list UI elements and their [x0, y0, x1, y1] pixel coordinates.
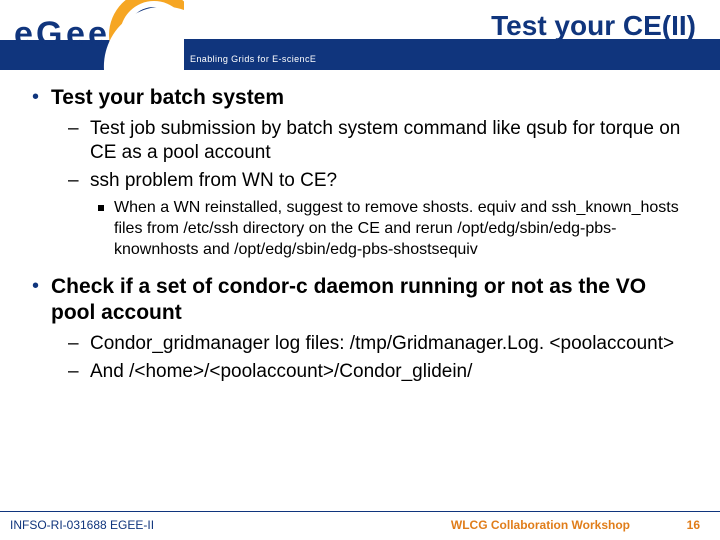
bullet-icon: •: [32, 85, 39, 109]
footer-left: INFSO-RI-031688 EGEE-II: [10, 518, 154, 532]
page-number: 16: [687, 518, 700, 532]
sub-list: – Condor_gridmanager log files: /tmp/Gri…: [68, 332, 696, 384]
sub-bullet-text: Test job submission by batch system comm…: [90, 117, 696, 165]
logo-text: G: [36, 15, 62, 53]
dash-icon: –: [68, 169, 80, 193]
footer-line: [0, 511, 720, 512]
square-icon: [98, 205, 104, 211]
dash-icon: –: [68, 117, 80, 141]
logo-text: e: [14, 15, 33, 53]
header-tagline: Enabling Grids for E-sciencE: [190, 54, 316, 64]
bullet-text: Test your batch system: [51, 85, 284, 111]
slide-body: • Test your batch system – Test job subm…: [32, 85, 696, 398]
slide-title: Test your CE(II): [491, 10, 696, 42]
sub-bullet-text: Condor_gridmanager log files: /tmp/Gridm…: [90, 332, 674, 356]
bullet-list: • Test your batch system – Test job subm…: [32, 85, 696, 384]
list-item: – And /<home>/<poolaccount>/Condor_glide…: [68, 360, 696, 384]
sub-sub-list: When a WN reinstalled, suggest to remove…: [98, 197, 696, 260]
logo-text: e: [88, 15, 107, 53]
sub-bullet-text: ssh problem from WN to CE?: [90, 169, 337, 193]
list-item: • Test your batch system – Test job subm…: [32, 85, 696, 260]
list-item: – Test job submission by batch system co…: [68, 117, 696, 165]
dash-icon: –: [68, 360, 80, 384]
sub-list: – Test job submission by batch system co…: [68, 117, 696, 260]
slide-header: Test your CE(II) Enabling Grids for E-sc…: [0, 0, 720, 70]
logo-text: e: [66, 15, 85, 53]
egee-logo: e G e e: [4, 0, 184, 70]
list-item: – Condor_gridmanager log files: /tmp/Gri…: [68, 332, 696, 356]
list-item: – ssh problem from WN to CE? When a WN r…: [68, 169, 696, 260]
list-item: When a WN reinstalled, suggest to remove…: [98, 197, 696, 260]
sub-bullet-text: And /<home>/<poolaccount>/Condor_glidein…: [90, 360, 472, 384]
egee-logo-svg: e G e e: [4, 0, 184, 70]
dash-icon: –: [68, 332, 80, 356]
slide: Test your CE(II) Enabling Grids for E-sc…: [0, 0, 720, 540]
footer-center: WLCG Collaboration Workshop: [451, 518, 630, 532]
list-item: • Check if a set of condor-c daemon runn…: [32, 274, 696, 384]
sub-sub-bullet-text: When a WN reinstalled, suggest to remove…: [114, 197, 696, 260]
bullet-text: Check if a set of condor-c daemon runnin…: [51, 274, 696, 326]
slide-footer: INFSO-RI-031688 EGEE-II WLCG Collaborati…: [0, 512, 720, 532]
bullet-icon: •: [32, 274, 39, 298]
